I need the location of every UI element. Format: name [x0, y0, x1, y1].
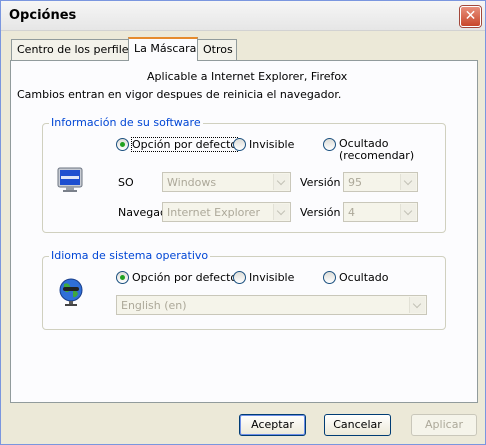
close-icon: ✕: [464, 8, 477, 24]
radio-label: Invisible: [249, 271, 295, 284]
browser-version-label: Versión: [300, 206, 341, 219]
so-version-select[interactable]: 95: [343, 172, 418, 192]
radio-checked-icon: [116, 271, 129, 284]
title-bar[interactable]: Opciónes ✕: [1, 1, 485, 31]
chevron-down-icon: [400, 174, 416, 190]
radio-icon: [323, 271, 336, 284]
so-label: SO: [118, 176, 134, 189]
radio-icon: [323, 138, 336, 151]
group-title: Idioma de sistema operativo: [49, 249, 211, 262]
radio-checked-icon: [116, 138, 129, 151]
radio-icon: [233, 271, 246, 284]
browser-select[interactable]: Internet Explorer: [162, 202, 291, 222]
radio-label-note: (recomendar): [339, 149, 415, 162]
cancel-button[interactable]: Cancelar: [324, 414, 391, 436]
language-select[interactable]: English (en): [116, 295, 427, 315]
info-restart-note: Cambios entran en vigor despues de reini…: [17, 88, 342, 101]
radio-label: Invisible: [249, 138, 295, 151]
apply-button[interactable]: Aplicar: [411, 414, 477, 436]
language-radio-default[interactable]: Opción por defecto: [116, 271, 237, 284]
tab-others[interactable]: Otros: [197, 39, 237, 60]
language-radio-invisible[interactable]: Invisible: [233, 271, 294, 284]
so-select-value: Windows: [167, 176, 217, 189]
software-info-group: Información de su software Opción por de…: [42, 116, 446, 233]
software-radio-default[interactable]: Opción por defecto: [116, 137, 239, 152]
tab-label: Otros: [203, 43, 233, 56]
tab-label: La Máscara: [134, 42, 197, 55]
software-radio-invisible[interactable]: Invisible: [233, 138, 294, 151]
options-window: Opciónes ✕ Centro de los perfiles La Más…: [0, 0, 486, 445]
radio-label-group: Ocultado (recomendar): [339, 138, 414, 162]
window-title: Opciónes: [9, 8, 77, 23]
globe-icon: [59, 278, 83, 306]
group-title: Información de su software: [49, 116, 203, 129]
tab-mask[interactable]: La Máscara: [128, 37, 198, 61]
close-button[interactable]: ✕: [460, 6, 481, 27]
chevron-down-icon: [409, 297, 425, 313]
radio-label: Opción por defecto: [130, 137, 239, 152]
chevron-down-icon: [273, 204, 289, 220]
info-applicable: Aplicable a Internet Explorer, Firefox: [147, 70, 348, 83]
language-select-value: English (en): [121, 299, 187, 312]
browser-label: Navegac: [118, 206, 167, 219]
so-version-label: Versión: [300, 176, 341, 189]
chevron-down-icon: [273, 174, 289, 190]
software-radio-hidden[interactable]: Ocultado (recomendar): [323, 138, 414, 162]
radio-label: Opción por defecto: [132, 271, 238, 284]
tab-panel-mask: Aplicable a Internet Explorer, Firefox C…: [10, 60, 478, 403]
browser-version-value: 4: [348, 206, 355, 219]
chevron-down-icon: [400, 204, 416, 220]
language-radio-hidden[interactable]: Ocultado: [323, 271, 389, 284]
browser-select-value: Internet Explorer: [167, 206, 260, 219]
browser-version-select[interactable]: 4: [343, 202, 418, 222]
accept-button[interactable]: Aceptar: [239, 414, 306, 436]
os-language-group: Idioma de sistema operativo Opción por d…: [42, 249, 446, 330]
so-select[interactable]: Windows: [162, 172, 291, 192]
monitor-icon: [57, 167, 83, 192]
radio-label: Ocultado: [339, 271, 389, 284]
radio-icon: [233, 138, 246, 151]
tab-label: Centro de los perfiles: [17, 43, 135, 56]
tab-profile-center[interactable]: Centro de los perfiles: [11, 39, 134, 60]
so-version-value: 95: [348, 176, 362, 189]
